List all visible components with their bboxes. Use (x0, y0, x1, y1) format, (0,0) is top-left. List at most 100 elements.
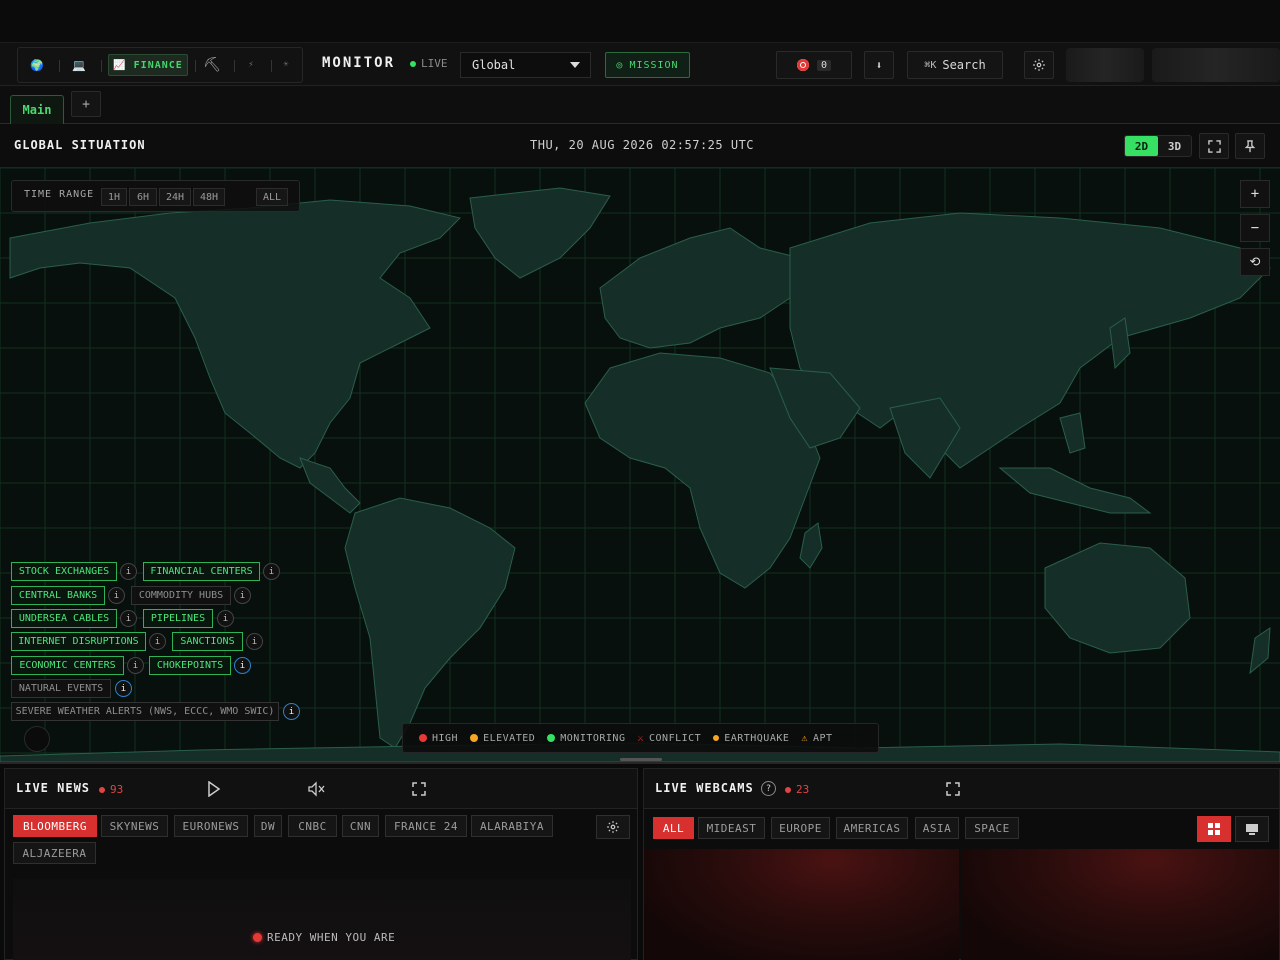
layer-pipelines[interactable]: PIPELINES (143, 609, 213, 628)
variant-tech-button[interactable]: 💻 (68, 54, 90, 76)
pin-button[interactable] (1235, 133, 1265, 159)
region-asia[interactable]: ASIA (915, 817, 959, 839)
news-count: 93 (110, 783, 124, 796)
variant-happy-button[interactable]: ☀ (275, 54, 297, 76)
region-europe[interactable]: EUROPE (771, 817, 830, 839)
expand-icon[interactable] (946, 782, 960, 796)
video-player[interactable]: READY WHEN YOU ARE (13, 879, 631, 960)
info-icon[interactable]: i (115, 680, 132, 697)
layer-central-banks[interactable]: CENTRAL BANKS (11, 586, 105, 605)
variant-finance-button[interactable]: 📈 FINANCE (108, 54, 188, 76)
mute-icon[interactable] (308, 781, 326, 797)
info-icon[interactable]: i (234, 587, 251, 604)
account-blurred[interactable] (1066, 48, 1144, 82)
legend-label: EARTHQUAKE (724, 732, 790, 744)
view-2d-button[interactable]: 2D (1125, 136, 1158, 156)
region-select[interactable]: Global (460, 52, 591, 78)
info-icon[interactable]: i (108, 587, 125, 604)
map-legend: HIGH ELEVATED MONITORING ⚔ CONFLICT EARTH… (402, 723, 879, 753)
search-label: Search (942, 58, 986, 72)
time-range-1h[interactable]: 1H (101, 188, 127, 206)
layer-natural-events[interactable]: NATURAL EVENTS (11, 679, 111, 698)
layer-chokepoints[interactable]: CHOKEPOINTS (149, 656, 231, 675)
info-icon[interactable]: i (217, 610, 234, 627)
region-all[interactable]: ALL (653, 817, 694, 839)
region-mideast[interactable]: MIDEAST (698, 817, 765, 839)
lightning-icon: ⚡ (248, 60, 254, 70)
map-header: GLOBAL SITUATION THU, 20 AUG 2026 02:57:… (0, 124, 1280, 168)
legend-label: ELEVATED (483, 732, 536, 744)
expand-icon[interactable] (412, 782, 426, 796)
add-tab-button[interactable]: + (71, 91, 101, 117)
layer-internet-disruptions[interactable]: INTERNET DISRUPTIONS (11, 632, 146, 651)
alerts-button[interactable]: 0 (776, 51, 852, 79)
mission-label: MISSION (629, 59, 679, 71)
info-icon[interactable]: i (120, 610, 137, 627)
info-icon[interactable]: i (246, 633, 263, 650)
live-news-panel: LIVE NEWS 93 BLOOMBERG SKYNEWS EURONEWS … (4, 768, 638, 960)
reset-view-button[interactable]: ⟲ (1240, 248, 1270, 276)
webcam-tile[interactable] (644, 849, 959, 960)
webcam-count: 23 (796, 783, 810, 796)
view-3d-button[interactable]: 3D (1158, 136, 1191, 156)
layer-economic-centers[interactable]: ECONOMIC CENTERS (11, 656, 124, 675)
info-icon[interactable]: i (263, 563, 280, 580)
info-icon[interactable]: i (283, 703, 300, 720)
layer-sanctions[interactable]: SANCTIONS (172, 632, 243, 651)
channel-cnbc[interactable]: CNBC (288, 815, 337, 837)
single-view-button[interactable] (1235, 816, 1269, 842)
download-button[interactable]: ⬇ (864, 51, 894, 79)
info-icon[interactable]: i (234, 657, 251, 674)
dot-icon (419, 734, 427, 742)
channel-settings-button[interactable] (596, 815, 630, 839)
help-icon[interactable]: ? (761, 781, 776, 796)
fullscreen-button[interactable] (1199, 133, 1229, 159)
variant-world-button[interactable]: 🌍 (26, 54, 48, 76)
channel-euronews[interactable]: EURONEWS (174, 815, 248, 837)
region-space[interactable]: SPACE (965, 817, 1019, 839)
grid-view-button[interactable] (1197, 816, 1231, 842)
search-button[interactable]: ⌘K Search (907, 51, 1003, 79)
region-americas[interactable]: AMERICAS (836, 817, 908, 839)
browser-top-band (0, 0, 1280, 42)
view-toggle: 2D 3D (1124, 135, 1192, 157)
resize-handle[interactable] (620, 758, 662, 761)
time-range-48h[interactable]: 48H (193, 188, 225, 206)
variant-energy-button[interactable]: ⚡ (240, 54, 262, 76)
zoom-out-button[interactable]: − (1240, 214, 1270, 242)
channel-alarabiya[interactable]: ALARABIYA (471, 815, 553, 837)
download-icon: ⬇ (875, 58, 883, 72)
zoom-in-button[interactable]: + (1240, 180, 1270, 208)
layer-severe-weather-alerts[interactable]: SEVERE WEATHER ALERTS (NWS, ECCC, WMO SW… (11, 702, 279, 721)
channel-bloomberg[interactable]: BLOOMBERG (13, 815, 97, 837)
webcam-tile[interactable] (961, 849, 1279, 960)
layer-financial-centers[interactable]: FINANCIAL CENTERS (143, 562, 260, 581)
play-icon[interactable] (207, 781, 221, 797)
channel-france-24[interactable]: FRANCE 24 (385, 815, 467, 837)
mission-button[interactable]: ◎ MISSION (605, 52, 690, 78)
layer-undersea-cables[interactable]: UNDERSEA CABLES (11, 609, 117, 628)
layers-collapse-button[interactable] (24, 726, 50, 752)
channel-cnn[interactable]: CNN (342, 815, 379, 837)
info-icon[interactable]: i (120, 563, 137, 580)
info-icon[interactable]: i (127, 657, 144, 674)
channel-aljazeera[interactable]: ALJAZEERA (13, 842, 96, 864)
map-panel: GLOBAL SITUATION THU, 20 AUG 2026 02:57:… (0, 124, 1280, 764)
time-range-6h[interactable]: 6H (129, 188, 157, 206)
dot-icon (785, 786, 791, 793)
channel-skynews[interactable]: SKYNEWS (101, 815, 168, 837)
profile-blurred[interactable] (1152, 48, 1280, 82)
layer-stock-exchanges[interactable]: STOCK EXCHANGES (11, 562, 117, 581)
info-icon[interactable]: i (149, 633, 166, 650)
time-range-all[interactable]: ALL (256, 188, 288, 206)
variant-mining-button[interactable]: ⛏ (201, 54, 223, 76)
legend-label: APT (812, 732, 833, 744)
tab-main[interactable]: Main (10, 95, 64, 124)
panel-title: LIVE WEBCAMS (655, 781, 754, 795)
time-range-24h[interactable]: 24H (159, 188, 191, 206)
settings-button[interactable] (1024, 51, 1054, 79)
layer-commodity-hubs[interactable]: COMMODITY HUBS (131, 586, 231, 605)
divider (234, 60, 235, 72)
legend-item-earthquake: EARTHQUAKE (713, 733, 789, 744)
channel-dw[interactable]: DW (254, 815, 282, 837)
